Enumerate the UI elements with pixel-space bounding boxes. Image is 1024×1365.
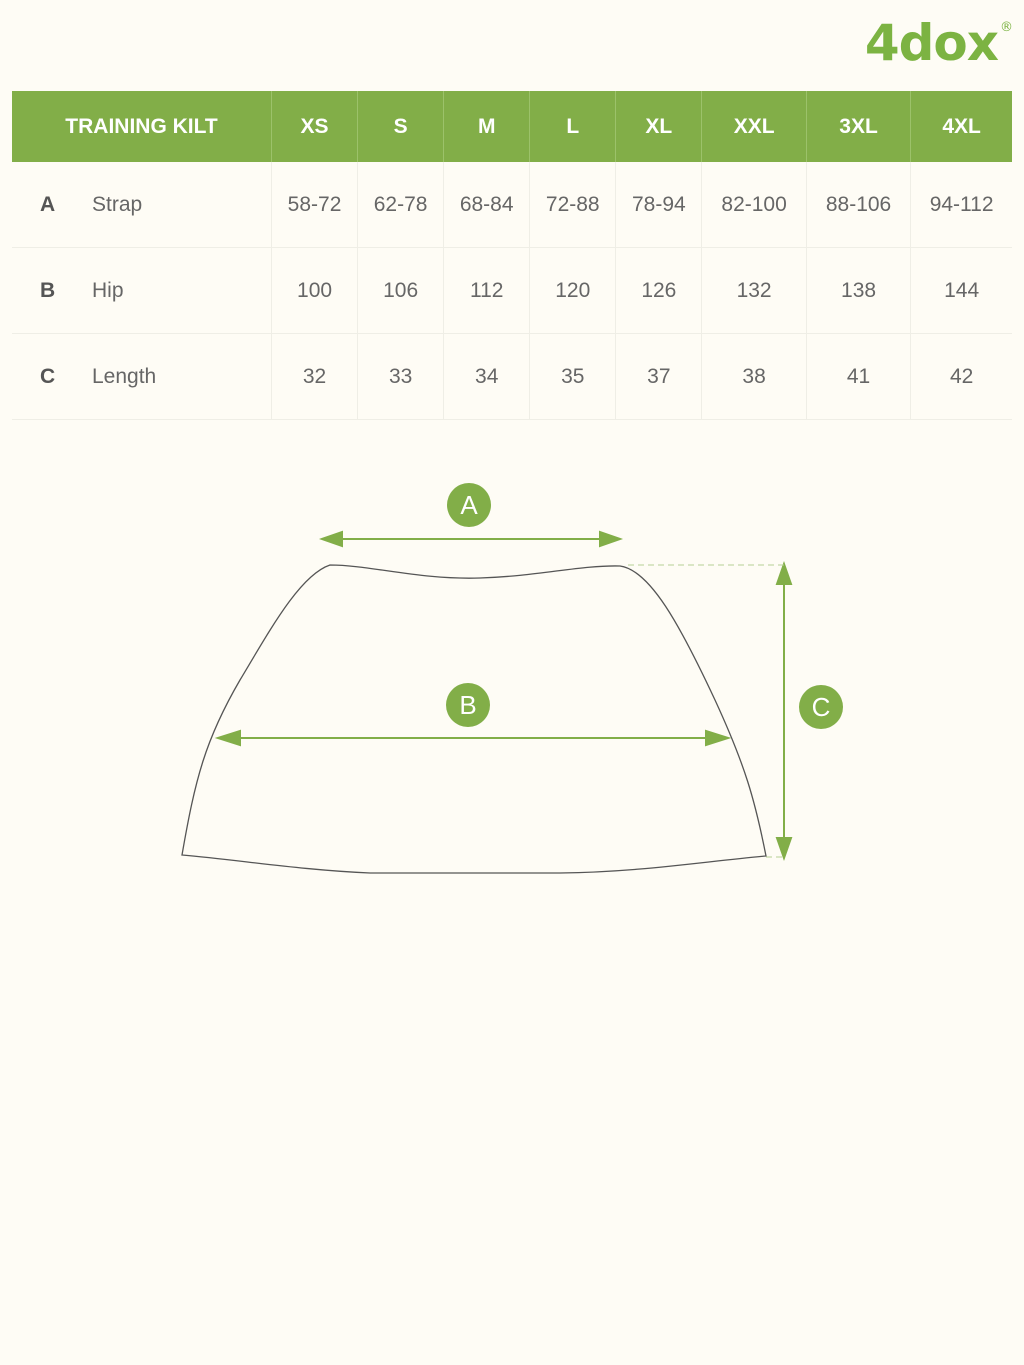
size-header: 3XL xyxy=(805,91,911,162)
table-row: A Strap 58-72 62-78 68-84 72-88 78-94 82-100 88-… xyxy=(12,162,1012,248)
size-value: 88-106 xyxy=(805,162,911,248)
logo-text: 4dox xyxy=(864,14,999,72)
table-row: C Length 32 33 34 35 37 38 41 42 xyxy=(12,333,1012,420)
size-value: 138 xyxy=(805,247,911,334)
size-value: 38 xyxy=(701,333,807,420)
size-header: XL xyxy=(615,91,702,162)
size-value: 78-94 xyxy=(615,162,702,248)
brand-logo: 4dox ® xyxy=(864,14,1013,72)
size-header: XXL xyxy=(701,91,807,162)
size-header: S xyxy=(357,91,444,162)
size-value: 120 xyxy=(529,247,616,334)
table-header-row: TRAINING KILT XS S M L XL XXL 3XL 4XL xyxy=(12,91,1012,162)
size-header: M xyxy=(443,91,530,162)
size-value: 42 xyxy=(910,333,1012,420)
size-value: 112 xyxy=(443,247,530,334)
label-a: A xyxy=(460,490,478,520)
measure-name: Length xyxy=(92,364,157,388)
size-value: 100 xyxy=(270,247,358,334)
size-value: 144 xyxy=(910,247,1012,334)
size-value: 72-88 xyxy=(529,162,616,248)
size-value: 68-84 xyxy=(443,162,530,248)
size-value: 37 xyxy=(615,333,702,420)
size-value: 35 xyxy=(529,333,616,420)
size-value: 32 xyxy=(270,333,358,420)
size-value: 58-72 xyxy=(270,162,358,248)
size-value: 132 xyxy=(701,247,807,334)
measure-code: A xyxy=(40,192,56,216)
measure-cell: B Hip xyxy=(12,247,272,334)
size-value: 33 xyxy=(357,333,444,420)
size-table: TRAINING KILT XS S M L XL XXL 3XL 4XL A Strap 58-7… xyxy=(12,91,1012,420)
size-value: 126 xyxy=(615,247,702,334)
table-title: TRAINING KILT xyxy=(12,91,272,162)
size-header: XS xyxy=(270,91,358,162)
size-header: L xyxy=(529,91,616,162)
size-value: 41 xyxy=(805,333,911,420)
size-value: 34 xyxy=(443,333,530,420)
size-value: 106 xyxy=(357,247,444,334)
measure-name: Hip xyxy=(92,278,124,302)
measure-name: Strap xyxy=(92,192,143,216)
registered-mark: ® xyxy=(1000,20,1013,35)
kilt-diagram: A B C xyxy=(181,483,843,874)
label-c: C xyxy=(812,692,831,722)
size-value: 94-112 xyxy=(910,162,1012,248)
measure-cell: A Strap xyxy=(12,162,272,248)
table-row: B Hip 100 106 112 120 126 132 138 144 xyxy=(12,247,1012,334)
size-header: 4XL xyxy=(910,91,1012,162)
measure-code: B xyxy=(40,278,56,302)
size-value: 62-78 xyxy=(357,162,444,248)
measure-code: C xyxy=(40,364,56,388)
size-value: 82-100 xyxy=(701,162,807,248)
measure-cell: C Length xyxy=(12,333,272,420)
label-b: B xyxy=(459,690,476,720)
